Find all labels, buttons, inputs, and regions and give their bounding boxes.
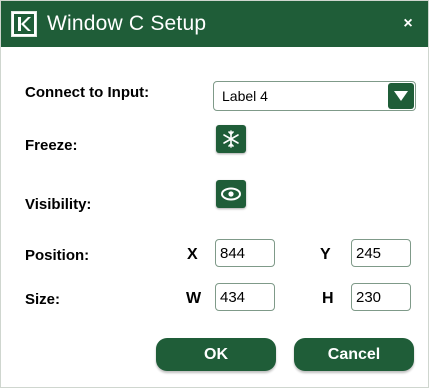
close-icon[interactable]: × (398, 14, 418, 34)
position-y-label: Y (320, 246, 331, 263)
ok-button[interactable]: OK (156, 338, 276, 371)
triangle-down-icon[interactable] (388, 83, 414, 109)
freeze-button[interactable] (216, 125, 246, 153)
title-bar: Window C Setup × (1, 1, 428, 47)
cancel-button[interactable]: Cancel (294, 338, 414, 371)
input-select-value: Label 4 (222, 88, 268, 104)
snowflake-icon (223, 130, 239, 148)
position-y-input[interactable] (351, 239, 411, 267)
size-h-label: H (322, 290, 334, 307)
eye-icon (221, 187, 241, 201)
visibility-button[interactable] (216, 180, 246, 208)
size-w-label: W (186, 290, 202, 307)
connect-input-label: Connect to Input: (25, 84, 150, 101)
visibility-label: Visibility: (25, 196, 92, 213)
window-setup-dialog: Window C Setup × Connect to Input: Label… (0, 0, 429, 388)
position-x-input[interactable] (215, 239, 275, 267)
kramer-logo-icon (11, 11, 37, 37)
position-label: Position: (25, 247, 90, 264)
dialog-title: Window C Setup (47, 12, 207, 35)
size-w-input[interactable] (215, 283, 275, 311)
freeze-label: Freeze: (25, 137, 78, 154)
position-x-label: X (187, 246, 198, 263)
size-label: Size: (25, 291, 61, 308)
input-select[interactable]: Label 4 (213, 81, 416, 111)
size-h-input[interactable] (351, 283, 411, 311)
